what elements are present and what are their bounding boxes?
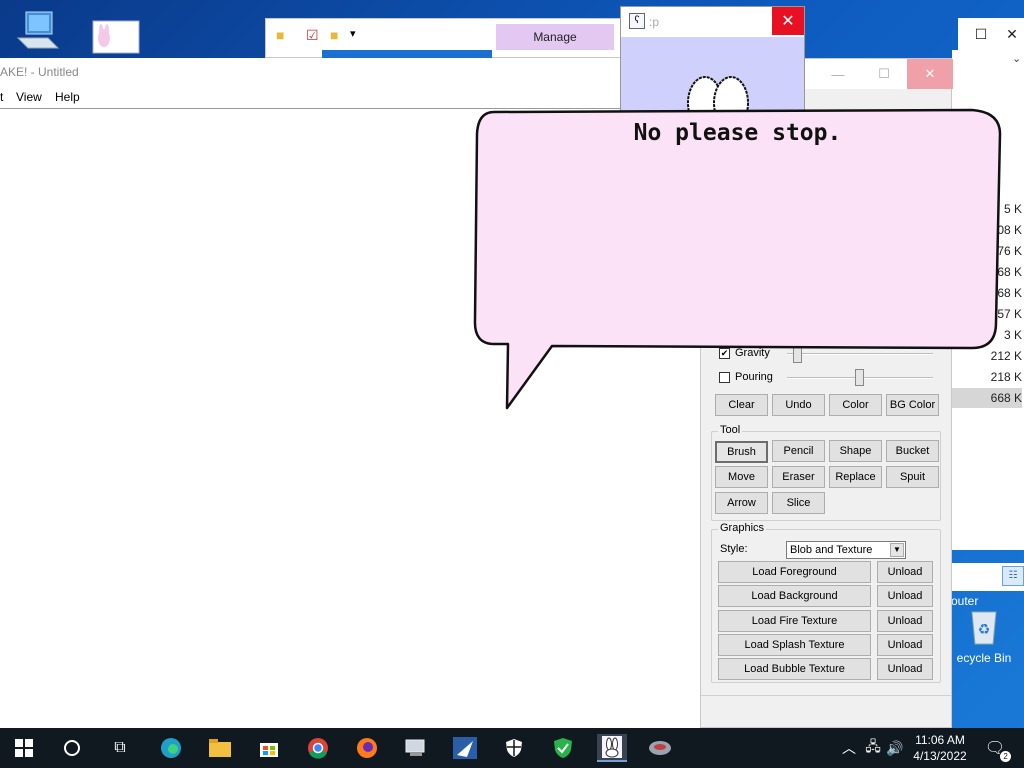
p-window-title: :p — [649, 15, 660, 29]
firefox-icon[interactable] — [354, 736, 380, 760]
close-icon[interactable]: ✕ — [907, 59, 953, 89]
clock-time: 11:06 AM — [915, 733, 965, 747]
menu-bar: t View Help — [0, 88, 700, 108]
clock-date: 4/13/2022 — [913, 749, 967, 763]
microsoft-store-icon[interactable] — [256, 736, 282, 760]
unload-foreground-button[interactable]: Unload — [877, 561, 933, 583]
speech-bubble-shape — [473, 108, 1002, 410]
load-fire-texture-button[interactable]: Load Fire Texture — [718, 610, 871, 632]
tool-bucket-button[interactable]: Bucket — [886, 440, 939, 462]
bunny-app-icon: ʕ — [629, 13, 645, 29]
tool-slice-button[interactable]: Slice — [772, 492, 825, 514]
window-title: AKE! - Untitled — [0, 65, 79, 79]
security-shield-icon[interactable] — [501, 736, 527, 760]
load-splash-texture-button[interactable]: Load Splash Texture — [718, 634, 871, 656]
windows-start-icon[interactable] — [11, 736, 37, 760]
style-select-value: Blob and Texture — [790, 544, 873, 556]
close-icon[interactable]: ✕ — [772, 7, 804, 35]
explorer-close-icon[interactable]: ✕ — [1000, 18, 1024, 50]
menu-view[interactable]: View — [16, 90, 42, 104]
tool-group-label: Tool — [718, 424, 743, 436]
chevron-down-icon[interactable]: ▼ — [890, 543, 904, 557]
notifications-icon[interactable]: 🗨 2 — [982, 736, 1012, 762]
svg-text:♻: ♻ — [978, 621, 991, 637]
search-circle-icon[interactable] — [59, 736, 85, 760]
taskbar-clock[interactable]: 11:06 AM 4/13/2022 — [902, 732, 978, 764]
file-explorer-icon[interactable] — [207, 736, 233, 760]
explorer-top-band — [322, 50, 492, 58]
green-shield-check-icon[interactable] — [550, 736, 576, 760]
taskbar: ⧉ ︿ 🖧 🔊 11:06 AM 4/13/2022 🗨 2 — [0, 728, 1024, 768]
explorer-nav-footer-label: outer — [951, 594, 979, 608]
tool-replace-button[interactable]: Replace — [829, 466, 882, 488]
folder-icon[interactable]: ■ — [276, 27, 284, 43]
load-bubble-texture-button[interactable]: Load Bubble Texture — [718, 658, 871, 680]
new-folder-icon[interactable]: ■ — [330, 27, 338, 43]
tool-pencil-button[interactable]: Pencil — [772, 440, 825, 462]
recycle-bin-desktop-icon[interactable]: ♻ ecycle Bin — [944, 608, 1024, 665]
p-window-titlebar: ʕ :p ✕ — [621, 7, 804, 37]
tool-arrow-button[interactable]: Arrow — [715, 492, 768, 514]
unload-fire-texture-button[interactable]: Unload — [877, 610, 933, 632]
tool-panel-status-divider — [701, 695, 951, 696]
pc-remote-icon[interactable] — [403, 736, 429, 760]
ribbon-expand-chevron-icon[interactable]: ⌄ — [1012, 52, 1021, 65]
graphics-group-label: Graphics — [718, 522, 767, 534]
load-background-button[interactable]: Load Background — [718, 585, 871, 607]
menu-help[interactable]: Help — [55, 90, 80, 104]
chrome-icon[interactable] — [305, 736, 331, 760]
load-foreground-button[interactable]: Load Foreground — [718, 561, 871, 583]
tray-chevron-up-icon[interactable]: ︿ — [836, 736, 862, 760]
tool-spuit-button[interactable]: Spuit — [886, 466, 939, 488]
tool-shape-button[interactable]: Shape — [829, 440, 882, 462]
recycle-bin-icon: ♻ — [971, 611, 997, 645]
properties-check-icon[interactable]: ☑ — [306, 27, 319, 44]
speech-bubble-text: No please stop. — [633, 120, 842, 146]
edge-browser-icon[interactable] — [158, 736, 184, 760]
tool-eraser-button[interactable]: Eraser — [772, 466, 825, 488]
bunny-image-desktop-icon[interactable] — [92, 20, 140, 57]
manage-tab[interactable]: Manage — [496, 24, 614, 50]
notification-count-badge: 2 — [1000, 751, 1012, 762]
p-popup-window: ʕ :p ✕ — [620, 6, 805, 117]
tool-move-button[interactable]: Move — [715, 466, 768, 488]
bunny-app-taskbar-icon[interactable] — [597, 734, 627, 762]
kite-app-icon[interactable] — [452, 736, 478, 760]
style-select[interactable]: Blob and Texture ▼ — [786, 541, 906, 559]
minimize-icon[interactable]: — — [815, 59, 861, 89]
explorer-maximize-icon[interactable]: ☐ — [958, 18, 1004, 50]
customize-dropdown-icon[interactable]: ▾ — [350, 27, 356, 40]
menu-edit-partial[interactable]: t — [0, 90, 3, 104]
details-view-icon[interactable]: ☷ — [1002, 566, 1024, 586]
task-view-icon[interactable]: ⧉ — [107, 736, 133, 760]
style-label: Style: — [720, 543, 748, 555]
unload-background-button[interactable]: Unload — [877, 585, 933, 607]
unload-splash-texture-button[interactable]: Unload — [877, 634, 933, 656]
unload-bubble-texture-button[interactable]: Unload — [877, 658, 933, 680]
maximize-icon[interactable]: ☐ — [861, 59, 907, 89]
disk-app-icon[interactable] — [647, 736, 673, 760]
tool-brush-button[interactable]: Brush — [715, 441, 768, 463]
recycle-bin-label: ecycle Bin — [956, 651, 1012, 665]
this-pc-desktop-icon[interactable] — [14, 8, 62, 55]
